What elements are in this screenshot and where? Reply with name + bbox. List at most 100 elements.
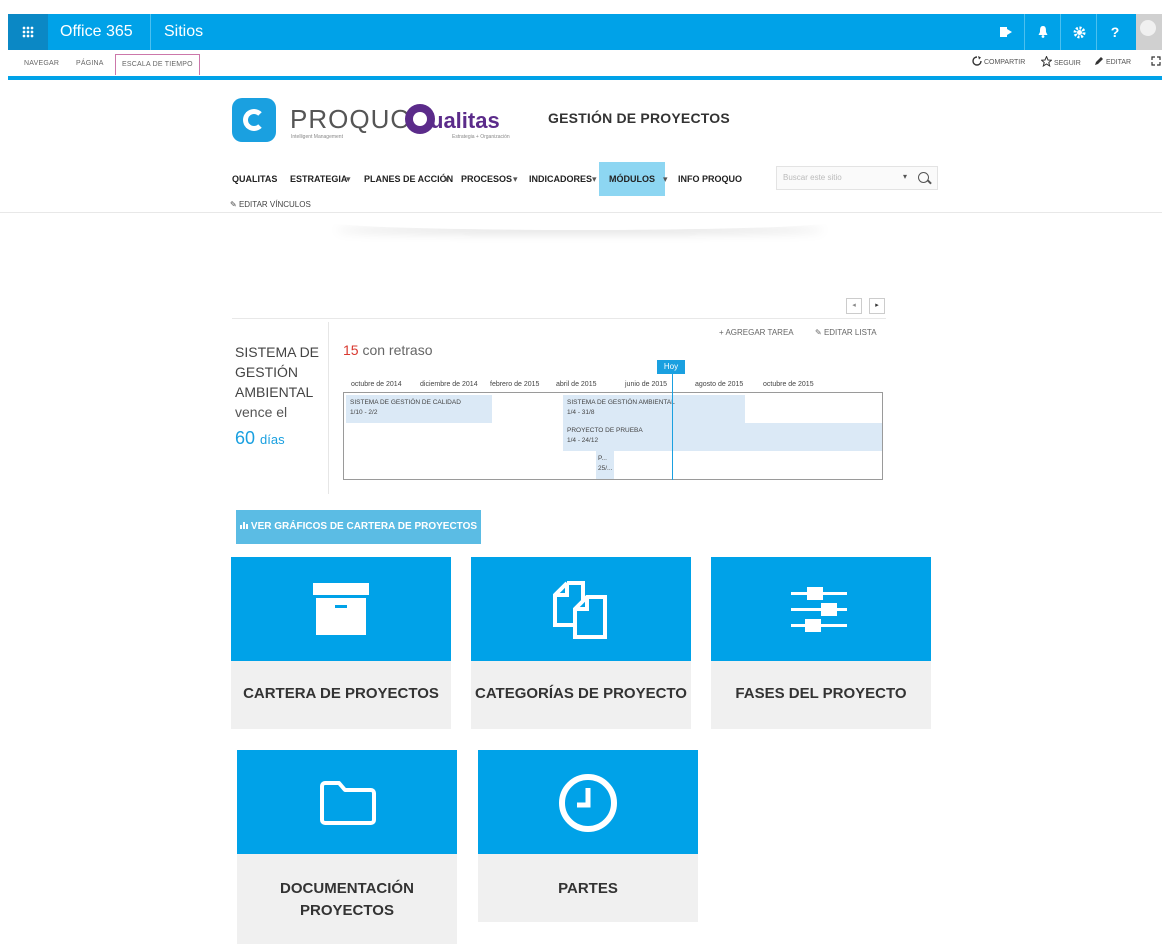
add-task-label: AGREGAR TAREA bbox=[725, 328, 794, 337]
task-dates: 1/4 - 24/12 bbox=[567, 437, 599, 444]
timeline-task[interactable]: PROYECTO DE PRUEBA 1/4 - 24/12 bbox=[563, 423, 882, 451]
folder-icon bbox=[320, 781, 376, 825]
task-name: PROYECTO DE PRUEBA bbox=[567, 427, 643, 434]
timeline-top-border bbox=[232, 318, 886, 319]
ribbon: NAVEGAR PÁGINA ESCALA DE TIEMPO COMPARTI… bbox=[8, 52, 1162, 75]
search-input[interactable]: Buscar este sitio bbox=[783, 173, 842, 182]
tile-categorias-de-proyecto[interactable]: CATEGORÍAS DE PROYECTO bbox=[471, 557, 691, 729]
site-title[interactable]: GESTIÓN DE PROYECTOS bbox=[548, 110, 730, 126]
axis-label: abril de 2015 bbox=[556, 381, 597, 388]
tile-label: FASES DEL PROYECTO bbox=[735, 685, 907, 702]
timeline-task[interactable]: SISTEMA DE GESTIÓN DE CALIDAD 1/10 - 2/2 bbox=[346, 395, 492, 423]
chevron-down-icon[interactable]: ▾ bbox=[663, 162, 668, 196]
help-icon[interactable]: ? bbox=[1096, 14, 1133, 50]
office365-link[interactable]: Office 365 bbox=[60, 14, 133, 50]
follow-label: SEGUIR bbox=[1053, 60, 1081, 67]
tile-partes[interactable]: PARTES bbox=[478, 750, 698, 922]
timeline-separator bbox=[328, 322, 329, 494]
tab-pagina[interactable]: PÁGINA bbox=[76, 56, 104, 72]
charts-button-label: VER GRÁFICOS DE CARTERA DE PROYECTOS bbox=[250, 521, 478, 532]
app-launcher-button[interactable] bbox=[8, 14, 48, 50]
timeline-prev-button[interactable]: ◂ bbox=[846, 298, 862, 314]
suite-separator bbox=[150, 14, 151, 50]
tile-header bbox=[478, 750, 698, 854]
summary-title: SISTEMA DE GESTIÓN AMBIENTAL bbox=[235, 344, 320, 400]
view-portfolio-charts-button[interactable]: VER GRÁFICOS DE CARTERA DE PROYECTOS bbox=[236, 510, 481, 544]
axis-label: octubre de 2014 bbox=[351, 381, 402, 388]
sites-link[interactable]: Sitios bbox=[164, 14, 203, 50]
task-dates: 25/... bbox=[598, 465, 613, 472]
due-prefix: vence el bbox=[235, 404, 288, 420]
nav-item-qualitas[interactable]: QUALITAS bbox=[232, 162, 277, 196]
proquo-logo-icon[interactable] bbox=[232, 98, 276, 142]
search-scope-dropdown-icon[interactable]: ▾ bbox=[903, 172, 907, 181]
nav-item-info-proquo[interactable]: INFO PROQUO bbox=[678, 162, 742, 196]
chevron-down-icon[interactable]: ▾ bbox=[346, 162, 351, 196]
clock-icon bbox=[559, 774, 617, 832]
tab-navegar[interactable]: NAVEGAR bbox=[24, 56, 59, 72]
tile-fases-del-proyecto[interactable]: FASES DEL PROYECTO bbox=[711, 557, 931, 729]
timeline-chart: SISTEMA DE GESTIÓN DE CALIDAD 1/10 - 2/2… bbox=[343, 392, 883, 480]
gear-icon[interactable] bbox=[1060, 14, 1097, 50]
axis-label: febrero de 2015 bbox=[490, 381, 540, 388]
bell-icon[interactable] bbox=[1024, 14, 1061, 50]
late-summary[interactable]: 15 con retraso bbox=[343, 342, 433, 358]
tile-label: CATEGORÍAS DE PROYECTO bbox=[475, 685, 687, 702]
plus-icon: + bbox=[719, 328, 724, 337]
due-days: 60 días bbox=[235, 428, 285, 449]
star-icon bbox=[1040, 55, 1053, 68]
axis-label: octubre de 2015 bbox=[763, 381, 814, 388]
nav-item-indicadores[interactable]: INDICADORES bbox=[529, 162, 592, 196]
edit-list-label: EDITAR LISTA bbox=[823, 328, 877, 337]
pencil-icon: ✎ bbox=[815, 328, 822, 337]
share-icon bbox=[972, 56, 982, 66]
focus-icon[interactable] bbox=[1151, 56, 1161, 70]
tile-label-line2: PROYECTOS bbox=[300, 902, 394, 919]
chevron-down-icon[interactable]: ▾ bbox=[513, 162, 518, 196]
task-name: SISTEMA DE GESTIÓN DE CALIDAD bbox=[350, 399, 461, 406]
task-name: P... bbox=[598, 455, 607, 462]
timeline-task[interactable]: SISTEMA DE GESTIÓN AMBIENTAL 1/4 - 31/8 bbox=[563, 395, 745, 423]
late-text: con retraso bbox=[362, 342, 433, 358]
edit-list-button[interactable]: ✎ EDITAR LISTA bbox=[815, 328, 877, 337]
pencil-icon: ✎ bbox=[230, 200, 237, 209]
chevron-down-icon[interactable]: ▾ bbox=[444, 162, 449, 196]
search-box[interactable]: Buscar este sitio ▾ bbox=[776, 166, 938, 190]
tile-header bbox=[471, 557, 691, 661]
nav-item-modulos[interactable]: MÓDULOS bbox=[599, 162, 665, 196]
timeline-task[interactable]: P... 25/... bbox=[596, 451, 614, 479]
share-button[interactable]: COMPARTIR bbox=[972, 56, 1025, 70]
sliders-icon bbox=[791, 587, 847, 632]
axis-label: junio de 2015 bbox=[625, 381, 668, 388]
qualitas-logo-text: ualitas bbox=[430, 108, 500, 133]
user-avatar[interactable] bbox=[1136, 14, 1162, 50]
search-icon[interactable] bbox=[918, 172, 929, 183]
edit-label: EDITAR bbox=[1105, 59, 1132, 66]
add-task-button[interactable]: + AGREGAR TAREA bbox=[719, 328, 794, 337]
tile-header bbox=[237, 750, 457, 854]
due-days-unit: días bbox=[260, 432, 285, 447]
header-divider bbox=[0, 212, 1162, 213]
edit-links-button[interactable]: ✎ EDITAR VÍNCULOS bbox=[230, 200, 311, 209]
tab-escala-de-tiempo[interactable]: ESCALA DE TIEMPO bbox=[115, 54, 200, 75]
nav-item-estrategia[interactable]: ESTRATEGIA bbox=[290, 162, 347, 196]
edit-button[interactable]: EDITAR bbox=[1094, 56, 1131, 70]
due-days-number: 60 bbox=[235, 428, 256, 448]
tile-label-line1: DOCUMENTACIÓN bbox=[280, 880, 414, 897]
today-line bbox=[672, 374, 673, 480]
timeline-next-button[interactable]: ▸ bbox=[869, 298, 885, 314]
copy-pages-icon bbox=[553, 581, 607, 639]
axis-label: diciembre de 2014 bbox=[420, 381, 478, 388]
follow-button[interactable]: SEGUIR bbox=[1040, 55, 1081, 70]
tile-label: CARTERA DE PROYECTOS bbox=[243, 685, 439, 702]
tile-label: PARTES bbox=[558, 880, 618, 897]
chevron-down-icon[interactable]: ▾ bbox=[592, 162, 597, 196]
nav-item-planes-de-accion[interactable]: PLANES DE ACCIÓN bbox=[364, 162, 453, 196]
share-label: COMPARTIR bbox=[983, 59, 1026, 66]
ribbon-accent-line bbox=[8, 76, 1162, 80]
tile-cartera-de-proyectos[interactable]: CARTERA DE PROYECTOS bbox=[231, 557, 451, 729]
task-dates: 1/10 - 2/2 bbox=[350, 409, 378, 416]
nav-item-procesos[interactable]: PROCESOS bbox=[461, 162, 512, 196]
tile-documentacion-proyectos[interactable]: DOCUMENTACIÓN PROYECTOS bbox=[237, 750, 457, 944]
yammer-icon[interactable] bbox=[988, 14, 1024, 50]
